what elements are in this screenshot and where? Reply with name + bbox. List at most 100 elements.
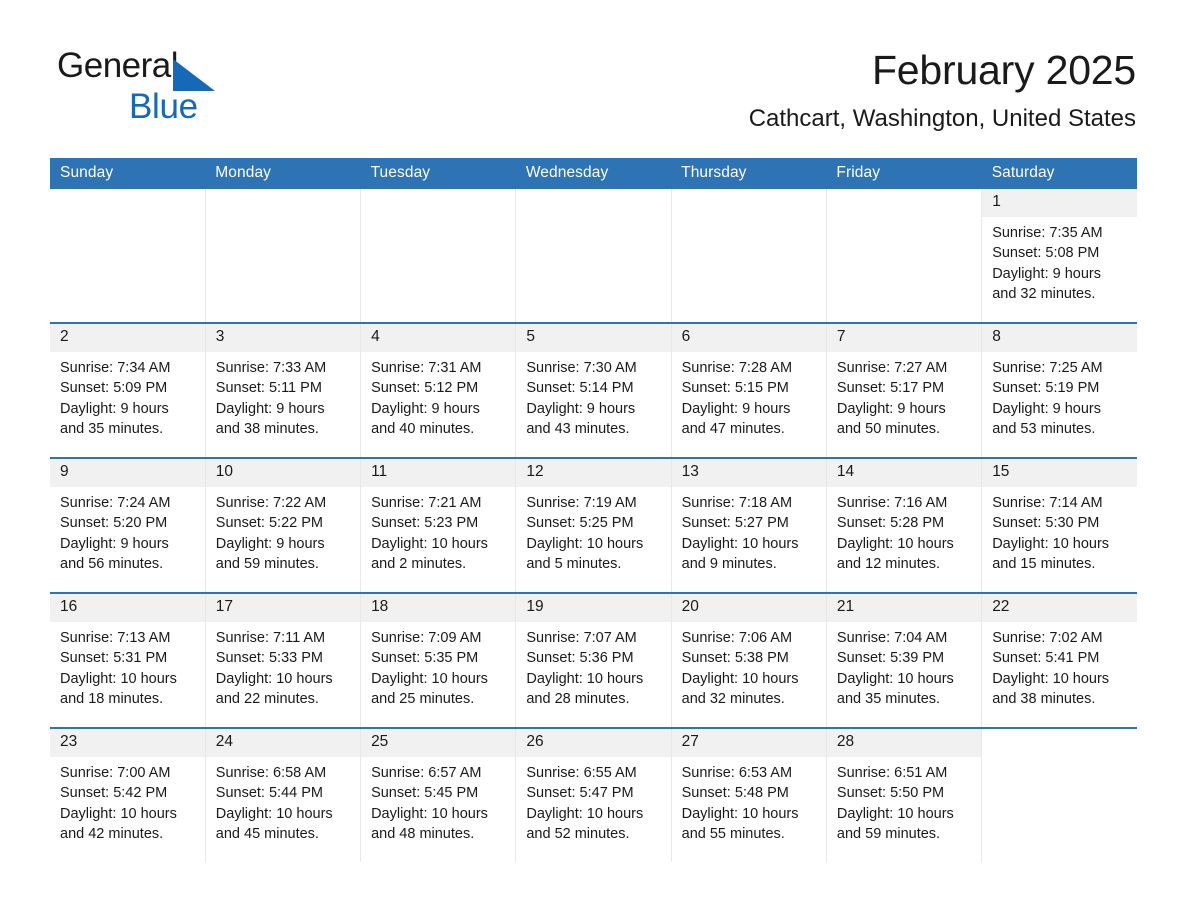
day-details: Sunrise: 7:09 AM Sunset: 5:35 PM Daylight:… — [361, 622, 515, 709]
day-number: 6 — [671, 324, 826, 352]
location-subtitle: Cathcart, Washington, United States — [748, 105, 1136, 133]
calendar-day-cell[interactable]: 16 Sunrise: 7:13 AM Sunset: 5:31 PM Dayligh… — [50, 592, 206, 728]
daylight-duration-line-2: and 25 minutes. — [371, 690, 475, 707]
day-number: 5 — [516, 324, 671, 352]
calendar-day-cell[interactable]: 9 Sunrise: 7:24 AM Sunset: 5:20 PM Daylight… — [50, 457, 206, 593]
daylight-duration-line-2: and 59 minutes. — [836, 825, 941, 842]
sunrise-time: Sunrise: 6:51 AM — [836, 765, 948, 781]
day-details: Sunrise: 7:13 AM Sunset: 5:31 PM Daylight:… — [50, 622, 205, 709]
daylight-duration-line-1: Daylight: 10 hours — [371, 535, 488, 552]
calendar-day-cell[interactable]: 27 Sunrise: 6:53 AM Sunset: 5:48 PM Dayligh… — [671, 727, 827, 862]
day-details: Sunrise: 7:31 AM Sunset: 5:12 PM Daylight:… — [361, 352, 515, 439]
daylight-duration-line-2: and 45 minutes. — [215, 825, 319, 842]
daylight-duration-line-2: and 32 minutes. — [992, 285, 1096, 302]
daylight-duration-line-1: Daylight: 10 hours — [371, 805, 488, 822]
daylight-duration-line-1: Daylight: 10 hours — [836, 670, 954, 687]
daylight-duration-line-1: Daylight: 10 hours — [836, 535, 954, 552]
day-cell-inner: 15 Sunrise: 7:14 AM Sunset: 5:30 PM Dayligh… — [982, 459, 1137, 592]
daylight-duration-line-2: and 52 minutes. — [526, 825, 630, 842]
calendar-day-cell[interactable]: 15 Sunrise: 7:14 AM Sunset: 5:30 PM Dayligh… — [981, 457, 1137, 593]
day-cell-inner — [671, 189, 826, 322]
calendar-day-cell[interactable]: 13 Sunrise: 7:18 AM Sunset: 5:27 PM Dayligh… — [671, 457, 827, 593]
calendar-header-row: Sunday Monday Tuesday Wednesday Thursday… — [50, 158, 1137, 189]
calendar-day-cell[interactable]: 7 Sunrise: 7:27 AM Sunset: 5:17 PM Daylight… — [826, 322, 983, 458]
daylight-duration-line-2: and 12 minutes. — [836, 555, 941, 572]
calendar-day-cell[interactable]: 28 Sunrise: 6:51 AM Sunset: 5:50 PM Dayligh… — [826, 727, 983, 862]
sunset-time: Sunset: 5:31 PM — [60, 650, 168, 667]
day-cell-inner: 21 Sunrise: 7:04 AM Sunset: 5:39 PM Dayligh… — [826, 594, 982, 727]
daylight-duration-line-1: Daylight: 10 hours — [215, 805, 333, 822]
day-cell-inner: 13 Sunrise: 7:18 AM Sunset: 5:27 PM Dayligh… — [671, 459, 826, 592]
calendar-day-cell-empty — [205, 189, 362, 323]
day-cell-inner: 5 Sunrise: 7:30 AM Sunset: 5:14 PM Daylight… — [516, 324, 671, 457]
day-cell-inner: 24 Sunrise: 6:58 AM Sunset: 5:44 PM Dayligh… — [205, 729, 361, 862]
day-cell-inner: 25 Sunrise: 6:57 AM Sunset: 5:45 PM Dayligh… — [361, 729, 516, 862]
calendar-day-cell[interactable]: 10 Sunrise: 7:22 AM Sunset: 5:22 PM Dayligh… — [205, 457, 362, 593]
calendar-day-cell[interactable]: 12 Sunrise: 7:19 AM Sunset: 5:25 PM Dayligh… — [515, 457, 672, 593]
calendar-day-cell[interactable]: 3 Sunrise: 7:33 AM Sunset: 5:11 PM Daylight… — [205, 322, 362, 458]
sunrise-time: Sunrise: 6:53 AM — [681, 765, 793, 781]
day-details: Sunrise: 7:21 AM Sunset: 5:23 PM Daylight:… — [361, 487, 515, 574]
day-cell-inner: 2 Sunrise: 7:34 AM Sunset: 5:09 PM Daylight… — [50, 324, 205, 457]
day-number: 14 — [826, 459, 982, 487]
calendar-day-cell[interactable]: 4 Sunrise: 7:31 AM Sunset: 5:12 PM Daylight… — [360, 322, 517, 458]
calendar-day-cell[interactable]: 8 Sunrise: 7:25 AM Sunset: 5:19 PM Daylight… — [981, 322, 1137, 458]
daylight-duration-line-2: and 38 minutes. — [215, 420, 319, 437]
day-cell-inner: 10 Sunrise: 7:22 AM Sunset: 5:22 PM Dayligh… — [205, 459, 361, 592]
calendar-day-cell[interactable]: 6 Sunrise: 7:28 AM Sunset: 5:15 PM Daylight… — [671, 322, 827, 458]
day-number: 12 — [516, 459, 671, 487]
day-details: Sunrise: 7:18 AM Sunset: 5:27 PM Daylight:… — [672, 487, 826, 574]
day-cell-inner: 4 Sunrise: 7:31 AM Sunset: 5:12 PM Daylight… — [361, 324, 516, 457]
calendar-day-cell[interactable]: 25 Sunrise: 6:57 AM Sunset: 5:45 PM Dayligh… — [360, 727, 517, 862]
day-details: Sunrise: 7:16 AM Sunset: 5:28 PM Daylight:… — [827, 487, 981, 574]
day-number: 21 — [826, 594, 982, 622]
sunset-time: Sunset: 5:36 PM — [526, 650, 634, 667]
calendar-day-cell[interactable]: 20 Sunrise: 7:06 AM Sunset: 5:38 PM Dayligh… — [671, 592, 827, 728]
day-number: 19 — [516, 594, 671, 622]
sunrise-time: Sunrise: 7:02 AM — [992, 630, 1103, 646]
day-cell-inner — [516, 189, 671, 322]
day-number: 13 — [671, 459, 826, 487]
calendar-day-cell[interactable]: 22 Sunrise: 7:02 AM Sunset: 5:41 PM Dayligh… — [981, 592, 1137, 728]
sunrise-time: Sunrise: 7:24 AM — [60, 495, 171, 511]
calendar-day-cell[interactable]: 1 Sunrise: 7:35 AM Sunset: 5:08 PM Daylight… — [981, 189, 1137, 323]
sunset-time: Sunset: 5:28 PM — [836, 515, 945, 532]
day-details: Sunrise: 7:25 AM Sunset: 5:19 PM Daylight:… — [982, 352, 1137, 439]
calendar-day-cell[interactable]: 17 Sunrise: 7:11 AM Sunset: 5:33 PM Dayligh… — [205, 592, 362, 728]
day-cell-inner: 14 Sunrise: 7:16 AM Sunset: 5:28 PM Dayligh… — [826, 459, 982, 592]
calendar-day-cell-empty — [360, 189, 517, 323]
calendar-day-cell[interactable]: 23 Sunrise: 7:00 AM Sunset: 5:42 PM Dayligh… — [50, 727, 206, 862]
sunset-time: Sunset: 5:25 PM — [526, 515, 634, 532]
day-cell-inner — [982, 729, 1137, 862]
sunset-time: Sunset: 5:50 PM — [836, 785, 945, 802]
calendar-day-cell[interactable]: 19 Sunrise: 7:07 AM Sunset: 5:36 PM Dayligh… — [515, 592, 672, 728]
sunrise-time: Sunrise: 7:11 AM — [215, 630, 326, 646]
sunset-time: Sunset: 5:12 PM — [371, 380, 479, 397]
day-details: Sunrise: 7:30 AM Sunset: 5:14 PM Daylight:… — [516, 352, 670, 439]
calendar-day-cell-empty — [50, 189, 206, 323]
daylight-duration-line-1: Daylight: 9 hours — [60, 400, 169, 417]
day-details: Sunrise: 6:55 AM Sunset: 5:47 PM Daylight:… — [516, 757, 670, 844]
calendar-day-cell[interactable]: 14 Sunrise: 7:16 AM Sunset: 5:28 PM Dayligh… — [826, 457, 983, 593]
calendar-day-cell[interactable]: 11 Sunrise: 7:21 AM Sunset: 5:23 PM Dayligh… — [360, 457, 517, 593]
daylight-duration-line-2: and 47 minutes. — [681, 420, 785, 437]
sunrise-time: Sunrise: 7:00 AM — [60, 765, 171, 781]
calendar-page: General Blue February 2025 Cathcart, Was… — [0, 0, 1188, 918]
calendar-day-cell[interactable]: 5 Sunrise: 7:30 AM Sunset: 5:14 PM Daylight… — [515, 322, 672, 458]
daylight-duration-line-1: Daylight: 10 hours — [60, 670, 177, 687]
daylight-duration-line-1: Daylight: 9 hours — [836, 400, 946, 417]
calendar-day-cell[interactable]: 24 Sunrise: 6:58 AM Sunset: 5:44 PM Dayligh… — [205, 727, 362, 862]
sunset-time: Sunset: 5:11 PM — [215, 380, 322, 397]
sunrise-time: Sunrise: 7:27 AM — [836, 360, 948, 376]
daylight-duration-line-1: Daylight: 9 hours — [681, 400, 791, 417]
day-details: Sunrise: 7:34 AM Sunset: 5:09 PM Daylight:… — [50, 352, 205, 439]
day-details: Sunrise: 7:00 AM Sunset: 5:42 PM Daylight:… — [50, 757, 205, 844]
day-cell-inner: 20 Sunrise: 7:06 AM Sunset: 5:38 PM Dayligh… — [671, 594, 826, 727]
daylight-duration-line-2: and 42 minutes. — [60, 825, 164, 842]
calendar-day-cell[interactable]: 18 Sunrise: 7:09 AM Sunset: 5:35 PM Dayligh… — [360, 592, 517, 728]
calendar-day-cell[interactable]: 26 Sunrise: 6:55 AM Sunset: 5:47 PM Dayligh… — [515, 727, 672, 862]
daylight-duration-line-2: and 5 minutes. — [526, 555, 622, 572]
daylight-duration-line-1: Daylight: 9 hours — [992, 265, 1101, 282]
calendar-day-cell[interactable]: 2 Sunrise: 7:34 AM Sunset: 5:09 PM Daylight… — [50, 322, 206, 458]
calendar-day-cell[interactable]: 21 Sunrise: 7:04 AM Sunset: 5:39 PM Dayligh… — [826, 592, 983, 728]
